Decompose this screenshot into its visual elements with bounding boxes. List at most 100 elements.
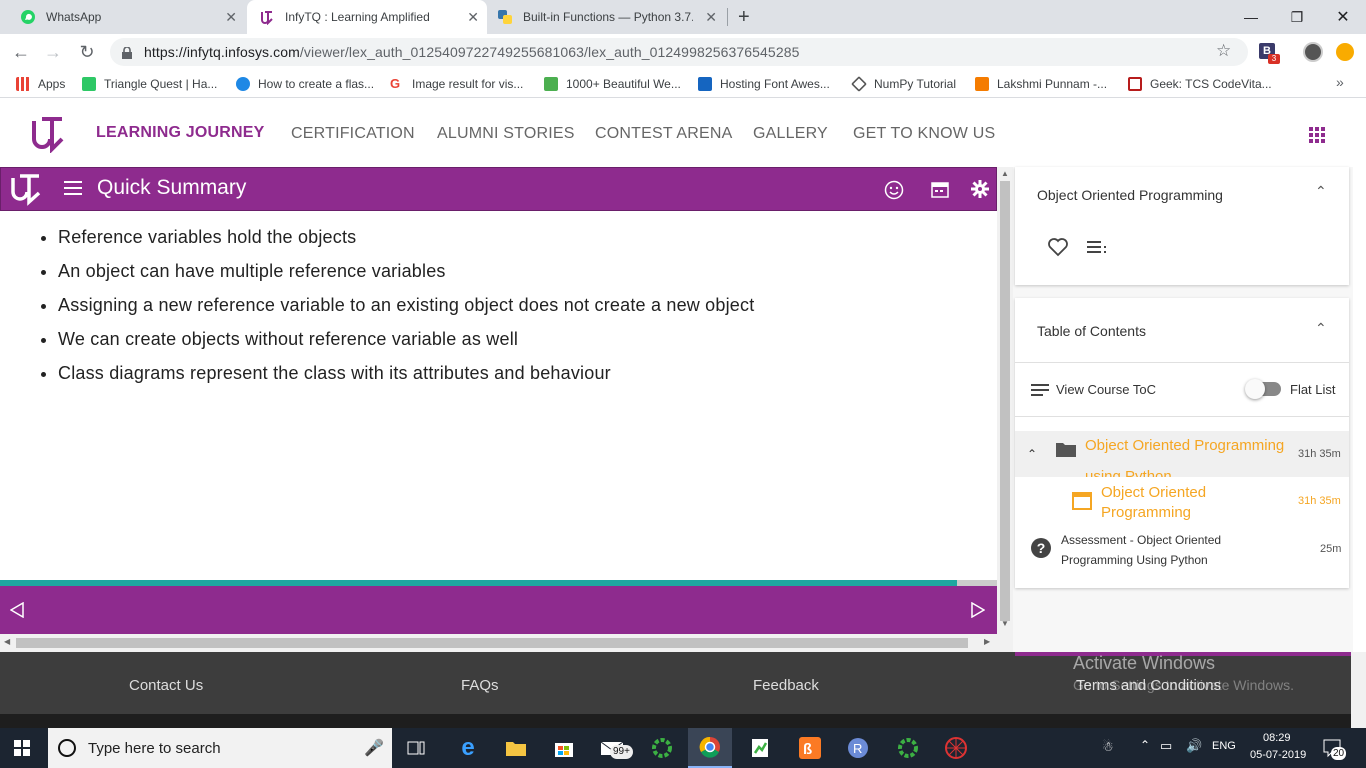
- language-indicator[interactable]: ENG: [1212, 740, 1236, 752]
- scroll-up-icon[interactable]: ▲: [1001, 169, 1009, 178]
- chrome-icon[interactable]: [688, 728, 732, 768]
- assessment-title[interactable]: Assessment - Object Oriented Programming…: [1061, 530, 1251, 570]
- tab-whatsapp[interactable]: WhatsApp ✕: [0, 0, 245, 34]
- module-duration: 31h 35m: [1298, 448, 1341, 460]
- bookmark-item[interactable]: Lakshmi Punnam -...: [975, 75, 1107, 93]
- bookmark-label: Lakshmi Punnam -...: [997, 77, 1108, 91]
- course-item-title[interactable]: Object Oriented Programming: [1101, 483, 1251, 523]
- horizontal-scrollbar[interactable]: ◀ ▶: [0, 634, 997, 652]
- close-icon[interactable]: ✕: [225, 9, 237, 26]
- lock-icon: [122, 46, 132, 59]
- address-bar[interactable]: https://infytq.infosys.com/viewer/lex_au…: [110, 38, 1248, 66]
- tab-python-docs[interactable]: Built-in Functions — Python 3.7.4 ✕: [489, 0, 725, 34]
- menu-icon[interactable]: [64, 181, 82, 200]
- nav-learning-journey[interactable]: LEARNING JOURNEY: [96, 124, 265, 142]
- r-app-icon[interactable]: R: [836, 732, 880, 764]
- footer-contact-us[interactable]: Contact Us: [129, 677, 203, 694]
- minimize-button[interactable]: —: [1228, 0, 1274, 34]
- footer-feedback[interactable]: Feedback: [753, 677, 819, 694]
- file-explorer-icon[interactable]: [494, 732, 538, 764]
- show-hidden-icons[interactable]: ⌃: [1140, 738, 1150, 752]
- heart-icon[interactable]: [1047, 237, 1069, 262]
- scrollbar-thumb[interactable]: [16, 638, 968, 648]
- page-scrollbar[interactable]: [1351, 652, 1366, 728]
- bookmark-star-icon[interactable]: ☆: [1216, 41, 1231, 61]
- new-tab-button[interactable]: +: [738, 6, 750, 29]
- spider-app-icon[interactable]: [934, 732, 978, 764]
- nav-contest-arena[interactable]: CONTEST ARENA: [595, 125, 732, 143]
- reload-button[interactable]: ↻: [74, 40, 100, 64]
- people-icon[interactable]: ☃: [1102, 739, 1114, 755]
- edge-icon[interactable]: e: [446, 732, 490, 764]
- window-icon: [1072, 492, 1092, 515]
- infytq-logo[interactable]: [30, 115, 66, 158]
- activate-windows-title: Activate Windows: [1073, 653, 1216, 673]
- bookmark-label: Apps: [38, 77, 66, 91]
- infytq-small-logo: [9, 172, 43, 211]
- bookmark-item[interactable]: G Image result for vis...: [390, 75, 523, 93]
- playlist-icon[interactable]: [1087, 241, 1107, 260]
- app-ring-icon[interactable]: [640, 732, 684, 764]
- bookmark-label: NumPy Tutorial: [874, 77, 957, 91]
- previous-arrow-icon[interactable]: [9, 601, 24, 623]
- url-text: https://infytq.infosys.com/viewer/lex_au…: [144, 44, 799, 60]
- footer-faqs[interactable]: FAQs: [461, 677, 499, 694]
- view-course-toc-link[interactable]: View Course ToC: [1056, 382, 1156, 397]
- windows-start-icon[interactable]: [14, 740, 30, 761]
- toc-course-row[interactable]: Object Oriented Programming 31h 35m: [1015, 483, 1349, 527]
- window-close-button[interactable]: ✕: [1320, 0, 1366, 34]
- more-bookmarks-icon[interactable]: »: [1336, 74, 1344, 90]
- task-view-icon[interactable]: [394, 732, 438, 764]
- bookmark-item[interactable]: Triangle Quest | Ha...: [82, 75, 217, 93]
- volume-icon[interactable]: 🔊: [1186, 738, 1202, 754]
- expand-chevron-icon[interactable]: ⌃: [1027, 447, 1037, 461]
- bookmark-item[interactable]: NumPy Tutorial: [851, 75, 957, 93]
- back-button[interactable]: ←: [8, 40, 34, 64]
- toc-list-icon[interactable]: [1031, 384, 1051, 403]
- next-arrow-icon[interactable]: [971, 601, 986, 623]
- app-ring-icon[interactable]: [886, 732, 930, 764]
- apps-grid-icon[interactable]: [1309, 127, 1325, 148]
- network-icon[interactable]: ▭: [1160, 738, 1172, 754]
- scroll-down-icon[interactable]: ▼: [1001, 619, 1009, 628]
- microphone-icon[interactable]: 🎤: [364, 738, 384, 758]
- flat-list-toggle[interactable]: [1245, 379, 1281, 399]
- nav-alumni-stories[interactable]: ALUMNI STORIES: [437, 125, 575, 143]
- settings-gear-icon[interactable]: [971, 180, 989, 203]
- folder-icon: [1055, 440, 1077, 463]
- nav-gallery[interactable]: GALLERY: [753, 125, 828, 143]
- collapse-chevron-icon[interactable]: ⌃: [1315, 320, 1327, 337]
- scrollbar-thumb[interactable]: [1000, 181, 1010, 621]
- bookmark-item[interactable]: 1000+ Beautiful We...: [544, 75, 681, 93]
- clock-date[interactable]: 05-07-2019: [1250, 749, 1306, 761]
- calendar-icon[interactable]: [931, 180, 949, 203]
- scroll-left-icon[interactable]: ◀: [4, 637, 10, 646]
- bookmark-item[interactable]: How to create a flas...: [236, 75, 374, 93]
- nav-get-to-know-us[interactable]: GET TO KNOW US: [853, 125, 995, 143]
- collapse-chevron-icon[interactable]: ⌃: [1315, 183, 1327, 200]
- toc-assessment-row[interactable]: ? Assessment - Object Oriented Programmi…: [1015, 532, 1349, 576]
- store-icon[interactable]: [542, 732, 586, 764]
- bookmark-apps[interactable]: Apps: [16, 75, 65, 93]
- profile-avatar[interactable]: [1303, 42, 1323, 62]
- close-icon[interactable]: ✕: [705, 9, 717, 26]
- toc-module-row[interactable]: ⌃ Object Oriented Programming using Pyth…: [1015, 431, 1349, 477]
- clock-time[interactable]: 08:29: [1263, 732, 1291, 744]
- bookmark-item[interactable]: Geek: TCS CodeVita...: [1128, 75, 1272, 93]
- nav-certification[interactable]: CERTIFICATION: [291, 125, 415, 143]
- taskbar-search[interactable]: Type here to search 🎤: [48, 728, 392, 768]
- tab-infytq[interactable]: InfyTQ : Learning Amplified ✕: [247, 0, 487, 34]
- update-icon[interactable]: [1336, 43, 1354, 61]
- smiley-icon[interactable]: [884, 180, 904, 205]
- module-title[interactable]: Object Oriented Programming using Python: [1085, 431, 1285, 477]
- close-icon[interactable]: ✕: [467, 9, 479, 26]
- notepad-plus-icon[interactable]: [738, 732, 782, 764]
- xampp-icon[interactable]: ß: [788, 732, 832, 764]
- bookmark-label: How to create a flas...: [258, 77, 375, 91]
- bookmark-item[interactable]: Hosting Font Awes...: [698, 75, 830, 93]
- maximize-button[interactable]: ❐: [1274, 0, 1320, 34]
- apps-grid-icon: [16, 77, 30, 91]
- vertical-scrollbar[interactable]: ▲ ▼: [997, 167, 1013, 652]
- forward-button[interactable]: →: [40, 40, 66, 64]
- scroll-right-icon[interactable]: ▶: [984, 637, 990, 646]
